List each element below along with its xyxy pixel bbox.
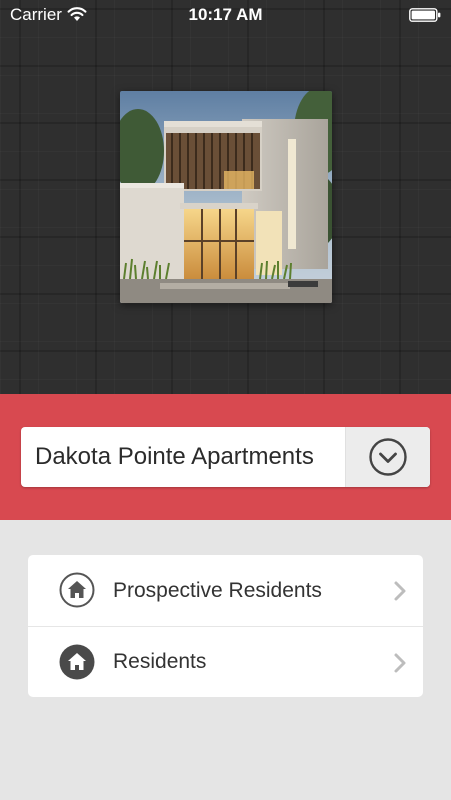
resident-menu: Prospective Residents Residents <box>28 555 423 697</box>
home-filled-icon <box>59 644 95 680</box>
menu-item-label: Residents <box>113 650 207 673</box>
property-dropdown-button[interactable] <box>345 427 430 487</box>
property-photo <box>120 91 332 303</box>
menu-item-residents[interactable]: Residents <box>28 626 423 697</box>
app-screen: Carrier 10:17 AM Dakota Pointe Apartment… <box>0 0 451 800</box>
chevron-down-circle-icon <box>369 438 407 476</box>
menu-item-prospective-residents[interactable]: Prospective Residents <box>28 555 423 626</box>
property-name: Dakota Pointe Apartments <box>35 443 314 470</box>
status-time: 10:17 AM <box>188 5 263 24</box>
menu-item-label: Prospective Residents <box>113 579 322 602</box>
status-bar: Carrier 10:17 AM <box>0 0 451 30</box>
home-outline-icon <box>59 572 95 608</box>
chevron-right-icon <box>394 581 406 601</box>
battery-icon <box>409 8 441 22</box>
property-selector[interactable]: Dakota Pointe Apartments <box>21 427 430 487</box>
chevron-right-icon <box>394 653 406 673</box>
